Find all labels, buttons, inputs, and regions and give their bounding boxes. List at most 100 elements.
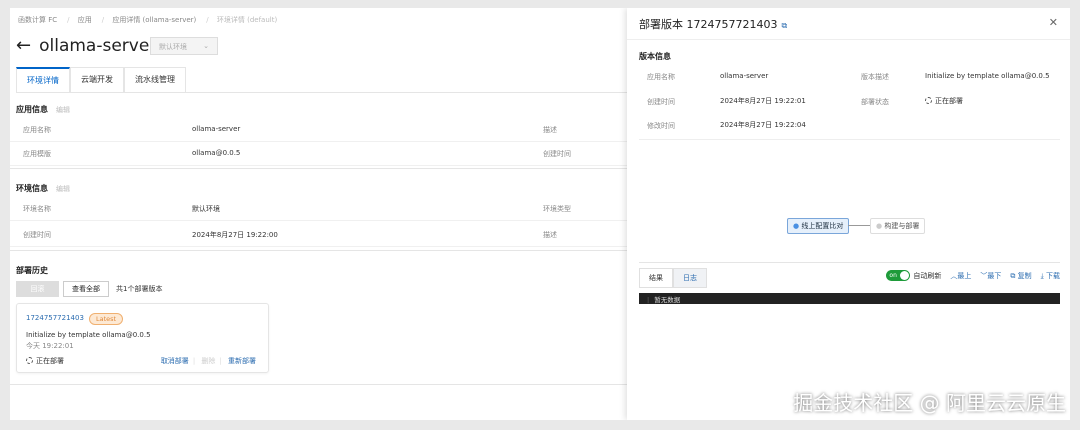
log-tabs: 结果 日志: [639, 268, 707, 288]
env-info-heading: 环境信息 编辑: [16, 183, 70, 194]
copy-label: 复制: [1017, 271, 1032, 280]
download-button[interactable]: ⤓ 下载: [1041, 271, 1060, 281]
version-description: Initialize by template ollama@0.0.5: [26, 331, 151, 339]
field-label: 应用模版: [23, 150, 51, 158]
cancel-deploy-link[interactable]: 取消部署: [161, 357, 189, 365]
field-label: 创建时间: [647, 98, 675, 106]
step-active-dot-icon: ●: [793, 222, 800, 230]
version-time: 今天 19:22:01: [26, 342, 74, 350]
rollback-button[interactable]: 回滚: [16, 281, 59, 297]
page-title: ← ollama-server: [16, 35, 156, 56]
spinner-icon: [925, 97, 932, 104]
field-label: 描述: [543, 126, 557, 134]
environment-select-value: 默认环境: [159, 43, 187, 51]
redeploy-link[interactable]: 重新部署: [228, 357, 256, 365]
field-value: 默认环境: [192, 205, 220, 213]
app-info-heading: 应用信息 编辑: [16, 104, 70, 115]
panel-title-text: 部署版本 1724757721403: [639, 18, 778, 31]
tabs: 环境详情 云端开发 流水线管理: [16, 67, 627, 93]
breadcrumb: 函数计算 FC / 应用 / 应用详情 (ollama-server) / 环境详情 …: [18, 16, 278, 24]
copy-button[interactable]: ⧉ 复制: [1010, 271, 1031, 281]
divider: [10, 384, 627, 385]
deploy-status: 正在部署: [925, 96, 963, 106]
scroll-bottom-button[interactable]: ﹀最下: [980, 271, 1001, 281]
env-info-title: 环境信息: [16, 184, 48, 193]
field-value: ollama-server: [192, 125, 241, 133]
scroll-top-button[interactable]: ︿最上: [950, 271, 971, 281]
watermark: 掘金技术社区 @ 阿里云云原生: [793, 391, 1066, 415]
divider: [10, 250, 627, 251]
field-label: 环境名称: [23, 205, 51, 213]
info-row: 创建时间 2024年8月27日 19:22:00 描述: [10, 223, 627, 247]
field-value: 2024年8月27日 19:22:00: [192, 231, 278, 239]
tab-env-detail[interactable]: 环境详情: [16, 67, 70, 92]
toggle-label: on: [889, 272, 897, 279]
field-label: 应用名称: [647, 73, 675, 81]
divider: [627, 39, 1070, 40]
tab-cloud-dev[interactable]: 云端开发: [70, 67, 124, 92]
field-label: 创建时间: [23, 231, 51, 239]
copy-icon: ⧉: [1010, 271, 1016, 280]
info-row: 应用模版 ollama@0.0.5 创建时间: [10, 142, 627, 166]
field-label: 修改时间: [647, 122, 675, 130]
tab-log[interactable]: 日志: [673, 268, 707, 288]
environment-select[interactable]: 默认环境 ⌄: [150, 37, 218, 55]
field-value: 2024年8月27日 19:22:01: [720, 97, 806, 105]
log-empty-text: 暂无数据: [654, 296, 681, 304]
field-label: 应用名称: [23, 126, 51, 134]
app-info-edit-link[interactable]: 编辑: [56, 106, 70, 114]
info-row: 应用名称 ollama-server 描述: [10, 118, 627, 142]
app-frame: 函数计算 FC / 应用 / 应用详情 (ollama-server) / 环境详情 …: [10, 8, 1070, 420]
chevron-down-icon: ⌄: [203, 42, 209, 50]
tab-pipeline[interactable]: 流水线管理: [124, 67, 186, 92]
flow-arrow: [848, 225, 870, 226]
card-actions: 取消部署 | 删除 | 重新部署: [160, 357, 256, 365]
close-icon[interactable]: ✕: [1049, 16, 1058, 29]
deploy-status-text: 正在部署: [36, 357, 64, 365]
divider: [639, 139, 1060, 140]
deploy-status: 正在部署: [26, 356, 64, 366]
deploy-version-card[interactable]: 1724757721403 Latest Initialize by templ…: [16, 303, 269, 373]
tab-result[interactable]: 结果: [639, 268, 673, 288]
step-pending-dot-icon: ●: [876, 222, 883, 230]
version-count: 共1个部署版本: [116, 285, 163, 293]
flow-step-config-compare[interactable]: ● 线上配置比对: [787, 218, 850, 234]
info-row: 环境名称 默认环境 环境类型: [10, 197, 627, 221]
view-all-button[interactable]: 查看全部: [63, 281, 109, 297]
field-label: 部署状态: [861, 98, 889, 106]
environment-detail-page: 函数计算 FC / 应用 / 应用详情 (ollama-server) / 环境详情 …: [10, 8, 627, 420]
field-label: 环境类型: [543, 205, 571, 213]
delete-link: 删除: [201, 357, 216, 365]
flow-step-build-deploy[interactable]: ● 构建与部署: [870, 218, 926, 234]
flow-step-label: 构建与部署: [884, 222, 920, 230]
breadcrumb-apps[interactable]: 应用: [78, 16, 92, 24]
auto-refresh-toggle[interactable]: on: [886, 270, 911, 281]
version-info-title: 版本信息: [639, 52, 671, 61]
field-value: ollama-server: [720, 72, 769, 80]
divider: [639, 262, 1060, 263]
log-output: | 暂无数据: [639, 293, 1060, 304]
field-label: 版本描述: [861, 73, 889, 81]
latest-badge: Latest: [89, 313, 124, 325]
breadcrumb-app-detail[interactable]: 应用详情 (ollama-server): [112, 16, 196, 24]
deploy-version-panel: 部署版本 1724757721403 ⧉ ✕ 版本信息 应用名称 ollama-s…: [627, 8, 1070, 420]
divider: [10, 168, 627, 169]
log-toolbar: on 自动刷新 ︿最上 ﹀最下 ⧉ 复制 ⤓ 下载: [886, 270, 1060, 281]
app-info-title: 应用信息: [16, 105, 48, 114]
auto-refresh-label: 自动刷新: [913, 271, 942, 280]
deploy-history-title: 部署历史: [16, 266, 48, 275]
version-id-link[interactable]: 1724757721403: [26, 314, 84, 322]
breadcrumb-env-detail: 环境详情 (default): [216, 16, 278, 24]
scroll-bottom-label: 最下: [987, 271, 1002, 280]
flow-step-label: 线上配置比对: [801, 222, 844, 230]
deploy-status-text: 正在部署: [935, 97, 963, 105]
external-link-icon[interactable]: ⧉: [781, 21, 787, 30]
spinner-icon: [26, 357, 33, 364]
back-arrow-icon[interactable]: ←: [16, 35, 31, 56]
breadcrumb-fc[interactable]: 函数计算 FC: [18, 16, 57, 24]
page-title-text: ollama-server: [39, 35, 157, 56]
scroll-top-label: 最上: [957, 271, 972, 280]
field-label: 描述: [543, 231, 557, 239]
env-info-edit-link[interactable]: 编辑: [56, 185, 70, 193]
download-label: 下载: [1046, 271, 1060, 280]
